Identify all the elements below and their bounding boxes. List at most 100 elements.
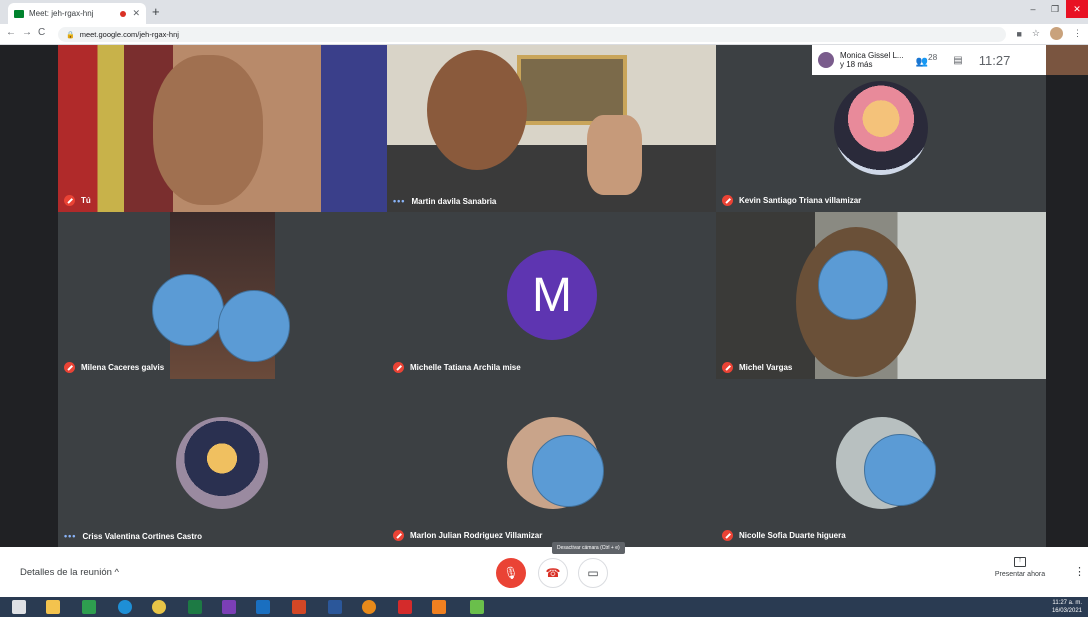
onenote-icon[interactable] [222,600,236,614]
chevron-up-icon: ^ [114,567,120,578]
participant-name: Kevin Santiago Triana villamizar [739,196,862,205]
participant-name-tag: Marlon Julian Rodriguez Villamizar [393,530,542,541]
participant-name-tag: ••• Martin davila Sanabria [393,196,496,206]
browser-menu-icon[interactable]: ⋮ [1073,28,1082,39]
participant-name: Criss Valentina Cortines Castro [82,531,203,541]
meet-favicon-icon [14,9,24,18]
blur-circle [152,274,224,346]
vlc-icon[interactable] [432,600,446,614]
mic-toggle-button[interactable]: 🎙 [496,558,526,588]
present-now-label: Presentar ahora [994,571,1046,578]
participant-name: Martin davila Sanabria [411,196,497,206]
recording-dot-icon [120,10,127,17]
blur-circle [818,250,888,320]
store-icon[interactable] [82,600,96,614]
participant-tile[interactable]: Tú [58,45,387,212]
meet-control-bar: Detalles de la reunión ^ 🎙 ☎ ▭ ↑ Present… [0,547,1088,597]
meeting-clock: 11:27 [978,52,1011,68]
tray-time: 11:27 a. m. [1052,600,1082,606]
muted-mic-icon [64,362,75,373]
camera-indicator-icon[interactable]: ■ [1016,29,1021,39]
edge-icon[interactable] [118,600,132,614]
participant-name: Milena Caceres galvis [81,363,165,372]
hang-up-icon: ☎ [545,566,561,580]
people-count: 28 [928,52,938,63]
presenter-avatar [818,52,834,68]
blur-circle [864,434,936,506]
star-icon[interactable]: ☆ [1032,28,1040,39]
chat-icon[interactable]: ▤ [953,55,962,66]
self-view-thumbnail[interactable] [1046,45,1088,75]
people-button[interactable]: 👥28 [916,52,938,67]
camera-toggle-button[interactable]: ▭ [578,558,608,588]
participant-avatar [834,81,928,175]
mic-off-icon: 🎙 [503,566,519,580]
present-icon: ↑ [1014,557,1026,567]
muted-mic-icon [393,530,404,541]
restore-icon[interactable]: ❐ [1044,0,1066,18]
app-hand-icon[interactable] [362,600,376,614]
file-explorer-icon[interactable] [46,600,60,614]
participant-name: Tú [81,196,91,205]
word-icon[interactable] [328,600,342,614]
participant-tile[interactable]: ••• Criss Valentina Cortines Castro [58,379,387,547]
participant-name-tag: Milena Caceres galvis [64,362,164,373]
participant-tile[interactable]: Nicolle Sofia Duarte higuera [716,379,1046,547]
participant-name: Nicolle Sofia Duarte higuera [739,531,846,540]
participant-avatar [176,417,268,509]
forward-icon[interactable]: → [22,27,32,38]
participant-name: Michel Vargas [739,363,793,372]
participant-name-tag: ••• Criss Valentina Cortines Castro [64,531,202,541]
browser-toolbar: ← → C 🔒 meet.google.com/jeh-rgax-hnj ■ ☆… [0,24,1088,45]
participant-tile[interactable]: Marlon Julian Rodriguez Villamizar [387,379,716,547]
excel-icon[interactable] [188,600,202,614]
windows-taskbar: 11:27 a. m. 16/03/2021 [0,597,1088,617]
presenter-info[interactable]: Monica Gissel L... y 18 más [840,51,904,69]
participant-initial-avatar: M [507,250,597,340]
window-controls: – ❐ ✕ [1022,0,1088,18]
close-window-icon[interactable]: ✕ [1066,0,1088,18]
people-icon: 👥 [915,56,929,68]
meeting-details-button[interactable]: Detalles de la reunión ^ [20,567,119,578]
windows-start-icon[interactable] [12,600,26,614]
leave-call-button[interactable]: ☎ [538,558,568,588]
muted-mic-icon [64,195,75,206]
tab-title: Meet: jeh-rgax-hnj [29,9,94,18]
presenter-more: y 18 más [840,60,873,69]
participant-name-tag: Michelle Tatiana Archila mise [393,362,521,373]
new-tab-button[interactable]: + [152,4,160,19]
profile-avatar[interactable] [1050,27,1063,40]
speaking-dots-icon: ••• [393,196,406,206]
muted-mic-icon [722,195,733,206]
meet-top-bar: Monica Gissel L... y 18 más 👥28 ▤ 11:27 [812,45,1046,75]
participant-tile[interactable]: Milena Caceres galvis [58,212,387,379]
participant-tile[interactable]: ••• Martin davila Sanabria [387,45,716,212]
powerpoint-icon[interactable] [292,600,306,614]
acrobat-icon[interactable] [398,600,412,614]
muted-mic-icon [722,362,733,373]
participant-video [153,55,263,205]
system-tray-clock[interactable]: 11:27 a. m. 16/03/2021 [1052,599,1082,615]
participant-name-tag: Kevin Santiago Triana villamizar [722,195,861,206]
chrome-icon[interactable] [152,600,166,614]
browser-tab[interactable]: Meet: jeh-rgax-hnj ✕ [8,3,146,24]
meeting-details-label: Detalles de la reunión [20,567,112,578]
participant-tile[interactable]: Michel Vargas [716,212,1046,379]
back-icon[interactable]: ← [6,27,16,38]
lock-icon: 🔒 [66,31,75,39]
address-bar[interactable]: 🔒 meet.google.com/jeh-rgax-hnj [58,27,1006,42]
browser-tabstrip: Meet: jeh-rgax-hnj ✕ + – ❐ ✕ [0,0,1088,24]
outlook-icon[interactable] [256,600,270,614]
tab-close-icon[interactable]: ✕ [132,8,140,19]
minimize-icon[interactable]: – [1022,0,1044,18]
present-now-button[interactable]: ↑ Presentar ahora [990,557,1050,578]
url-text: meet.google.com/jeh-rgax-hnj [79,30,179,39]
blur-circle [532,435,604,507]
reload-icon[interactable]: C [38,27,45,38]
app-icon[interactable] [470,600,484,614]
speaking-dots-icon: ••• [64,531,77,541]
more-options-icon[interactable]: ⋮ [1074,565,1085,578]
participant-name-tag: Tú [64,195,91,206]
waving-hand [587,115,642,195]
participant-name: Marlon Julian Rodriguez Villamizar [410,531,543,540]
